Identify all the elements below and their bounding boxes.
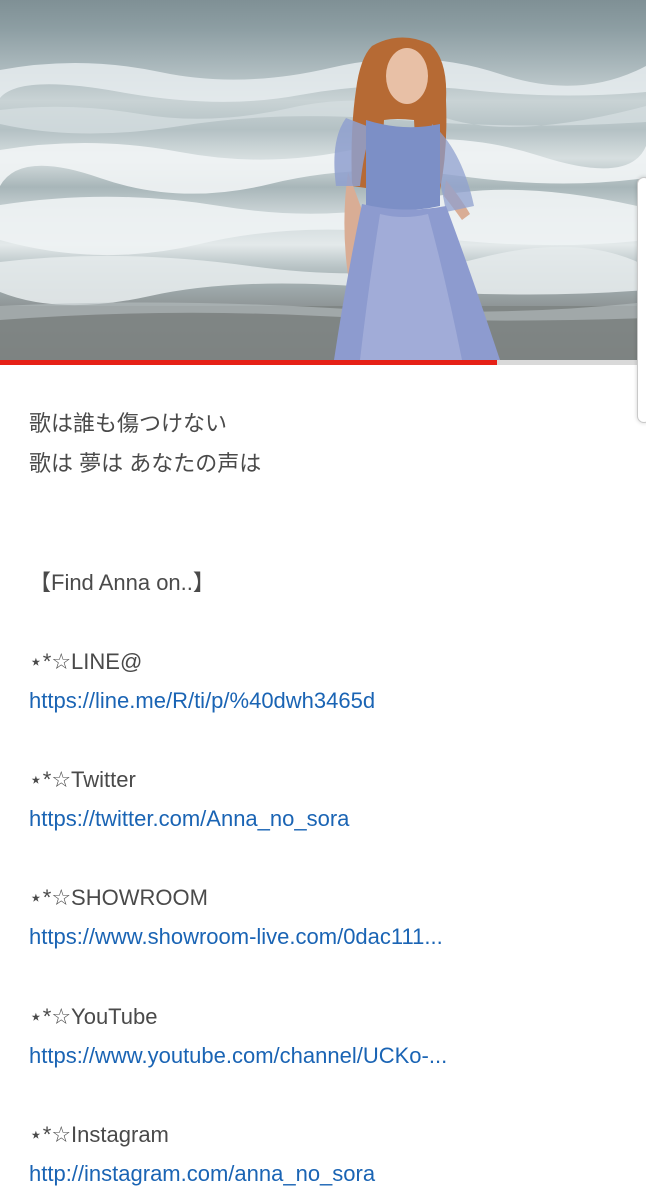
scroll-handle[interactable]: [637, 177, 646, 423]
video-frame-image: [0, 37, 646, 360]
link-url-showroom[interactable]: https://www.showroom-live.com/0dac111...: [29, 923, 443, 951]
link-label-line: ⋆*☆LINE@: [29, 649, 143, 674]
link-url-line[interactable]: https://line.me/R/ti/p/%40dwh3465d: [29, 687, 375, 715]
find-heading: 【Find Anna on..】: [29, 570, 215, 595]
link-url-twitter[interactable]: https://twitter.com/Anna_no_sora: [29, 805, 349, 833]
lyric-line: 歌は 夢は あなたの声は: [29, 451, 262, 476]
video-progress-bar[interactable]: [0, 360, 646, 365]
lyric-line: 歌は誰も傷つけない: [29, 411, 228, 436]
link-label-twitter: ⋆*☆Twitter: [29, 767, 136, 792]
link-url-instagram[interactable]: http://instagram.com/anna_no_sora: [29, 1160, 375, 1188]
video-player[interactable]: [0, 0, 646, 360]
link-label-youtube: ⋆*☆YouTube: [29, 1004, 158, 1029]
link-label-showroom: ⋆*☆SHOWROOM: [29, 885, 208, 910]
link-url-youtube[interactable]: https://www.youtube.com/channel/UCKo-...: [29, 1042, 447, 1070]
link-label-instagram: ⋆*☆Instagram: [29, 1122, 169, 1147]
video-progress-fill: [0, 360, 498, 365]
